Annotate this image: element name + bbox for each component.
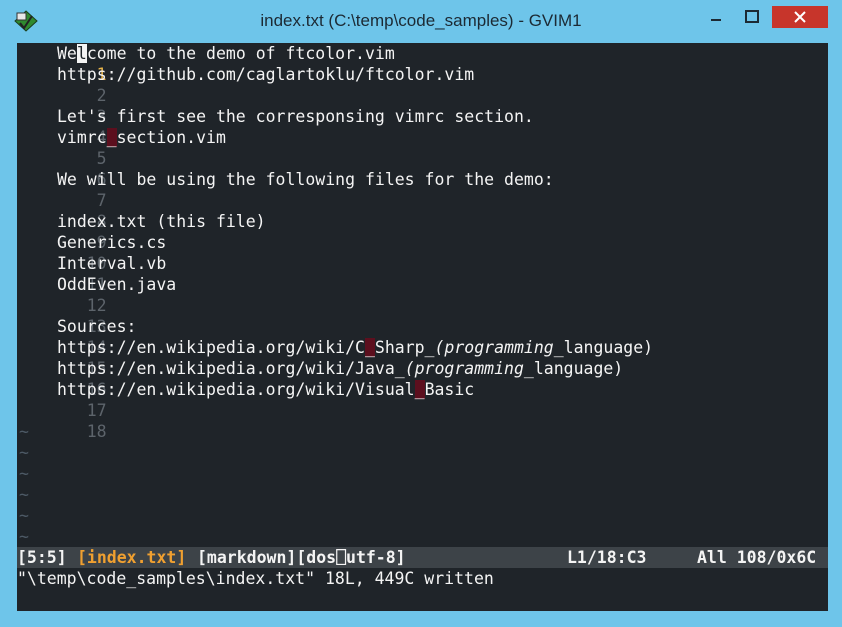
window-bottom-border — [17, 611, 828, 627]
underscore-highlight: _ — [414, 380, 425, 399]
empty-line-marker: ~ — [19, 422, 29, 441]
text-cursor: l — [76, 44, 87, 63]
line-text: Interval.vb — [57, 254, 167, 273]
buffer-line[interactable]: 13 — [17, 295, 107, 336]
buffer-line[interactable]: 14 Sources: — [17, 316, 136, 357]
minimize-button[interactable] — [700, 6, 732, 28]
status-line: [5:5] [index.txt] [markdown][dos⎕utf-8] … — [17, 547, 828, 568]
buffer-line[interactable]: 9 index.txt (this file) — [17, 211, 266, 252]
close-button[interactable] — [772, 6, 828, 28]
buffer-line[interactable]: 1 Welcome to the demo of ftcolor.vim — [17, 43, 395, 84]
minimize-icon — [711, 19, 721, 21]
line-text: Welcome to the demo of ftcolor.vim — [57, 44, 395, 63]
buffer-line[interactable]: 7 We will be using the following files f… — [17, 169, 554, 210]
buffer-line[interactable]: 4 Let's first see the corresponsing vimr… — [17, 106, 534, 147]
line-number: 18 — [86, 422, 107, 441]
buffer-line[interactable]: 5 vimrc_section.vim — [17, 127, 226, 168]
status-line-col: L1/18:C3 — [567, 548, 647, 567]
status-byte-info: All 108/0x6C — [697, 548, 817, 567]
line-text: vimrc_section.vim — [57, 128, 226, 147]
status-filename: [index.txt] — [77, 548, 187, 567]
title-bar[interactable]: index.txt (C:\temp\code_samples) - GVIM1 — [0, 0, 842, 40]
close-icon — [794, 11, 806, 23]
cursor-position: [5:5] — [17, 548, 67, 567]
empty-line-marker: ~ — [19, 527, 29, 546]
empty-line-marker: ~ — [19, 464, 29, 483]
line-text: Let's first see the corresponsing vimrc … — [57, 107, 534, 126]
editor-buffer[interactable]: 1 Welcome to the demo of ftcolor.vim 2 h… — [17, 43, 828, 611]
maximize-icon — [745, 10, 759, 23]
buffer-line[interactable]: 11 Interval.vb — [17, 253, 166, 294]
line-text: Generics.cs — [57, 233, 167, 252]
buffer-line[interactable]: 17 https://en.wikipedia.org/wiki/Visual_… — [17, 379, 474, 420]
underscore-highlight: _ — [364, 338, 375, 357]
line-text: https://en.wikipedia.org/wiki/C_Sharp_(p… — [57, 338, 654, 357]
buffer-line[interactable]: 8 — [17, 190, 107, 231]
line-text: index.txt (this file) — [57, 212, 266, 231]
buffer-line[interactable]: 6 — [17, 148, 107, 189]
line-text: https://en.wikipedia.org/wiki/Java_(prog… — [57, 359, 624, 378]
buffer-line[interactable]: 2 https://github.com/caglartoklu/ftcolor… — [17, 64, 474, 105]
line-text: https://github.com/caglartoklu/ftcolor.v… — [57, 65, 475, 84]
gvim-window: index.txt (C:\temp\code_samples) - GVIM1… — [0, 0, 842, 627]
underscore-highlight: _ — [106, 128, 117, 147]
line-text: https://en.wikipedia.org/wiki/Visual_Bas… — [57, 380, 475, 399]
buffer-line[interactable]: 16 https://en.wikipedia.org/wiki/Java_(p… — [17, 358, 623, 399]
buffer-line[interactable]: 15 https://en.wikipedia.org/wiki/C_Sharp… — [17, 337, 653, 378]
line-text: OddEven.java — [57, 275, 177, 294]
maximize-button[interactable] — [736, 6, 768, 28]
empty-line-marker: ~ — [19, 506, 29, 525]
buffer-line[interactable]: 12 OddEven.java — [17, 274, 176, 315]
line-text: Sources: — [57, 317, 137, 336]
buffer-line[interactable]: 18 — [17, 400, 107, 441]
buffer-line[interactable]: 10 Generics.cs — [17, 232, 166, 273]
status-filetype: [markdown][dos⎕utf-8] — [197, 548, 406, 567]
empty-line-marker: ~ — [19, 443, 29, 462]
line-text: We will be using the following files for… — [57, 170, 554, 189]
empty-line-marker: ~ — [19, 485, 29, 504]
command-line[interactable]: "\temp\code_samples\index.txt" 18L, 449C… — [17, 568, 828, 589]
buffer-line[interactable]: 3 — [17, 85, 107, 126]
